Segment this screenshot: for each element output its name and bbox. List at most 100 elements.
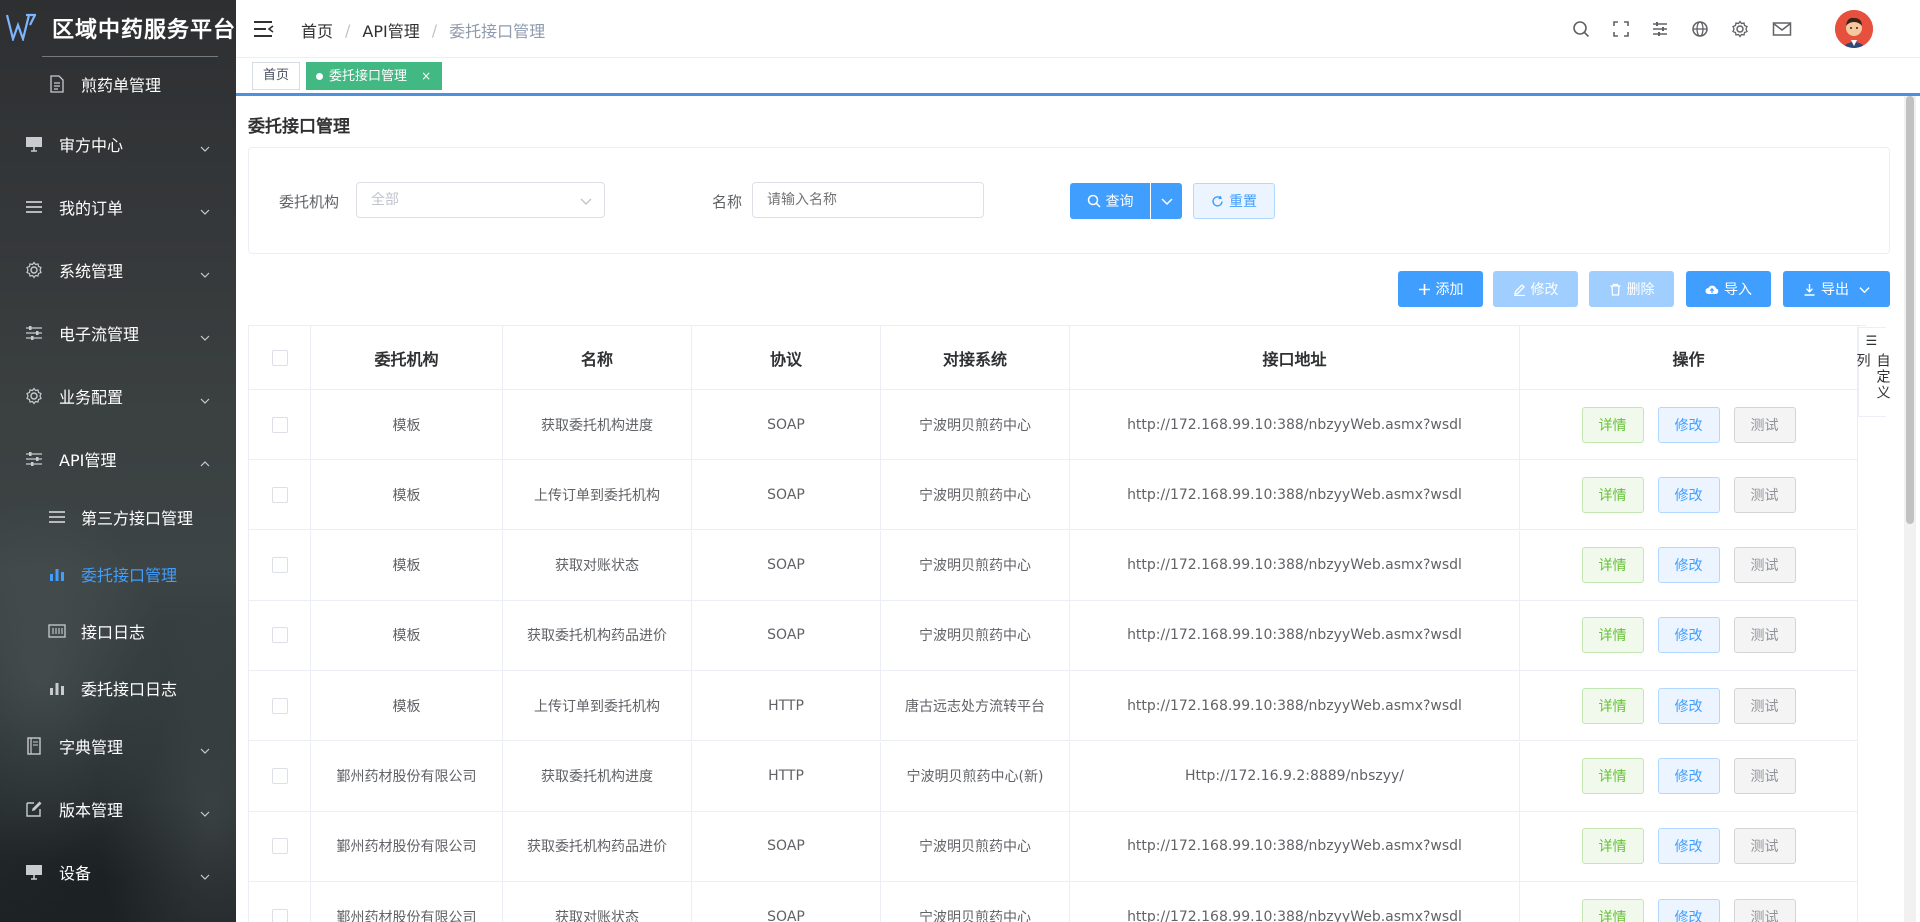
row-checkbox[interactable] xyxy=(271,697,288,714)
sidebar-item-label: 委托接口管理 xyxy=(81,566,178,585)
detail-button[interactable]: 详情 xyxy=(1581,476,1644,513)
sidebar-item[interactable]: 版本管理 xyxy=(0,787,236,831)
test-button[interactable]: 测试 xyxy=(1733,898,1796,922)
column-settings-label: 自定义列 xyxy=(1854,353,1891,401)
sidebar-item[interactable]: 我的订单 xyxy=(0,185,236,229)
filter-form: 委托机构 全部 名称 查询 重置 xyxy=(248,147,1890,254)
sidebar-item[interactable]: API管理 xyxy=(0,437,236,481)
cell-actions: 详情 修改 测试 xyxy=(1520,811,1858,882)
mail-icon[interactable] xyxy=(1772,20,1792,38)
list-icon xyxy=(48,508,66,526)
row-checkbox[interactable] xyxy=(271,486,288,503)
avatar[interactable] xyxy=(1835,10,1873,48)
sidebar-item-label: 煎药单管理 xyxy=(81,76,162,95)
row-select-cell xyxy=(249,811,311,882)
sidebar-item[interactable]: 接口日志 xyxy=(0,609,236,653)
sidebar-item[interactable]: 业务配置 xyxy=(0,374,236,418)
chevron-down-icon xyxy=(200,328,210,341)
sliders-icon[interactable] xyxy=(1651,20,1669,38)
column-header[interactable]: 对接系统 xyxy=(881,326,1070,390)
row-checkbox[interactable] xyxy=(271,557,288,574)
column-header[interactable]: 名称 xyxy=(503,326,692,390)
cell-url: http://172.168.99.10:388/nbzyyWeb.asmx?w… xyxy=(1070,600,1520,671)
cell-system: 宁波明贝煎药中心(新) xyxy=(881,741,1070,812)
export-button[interactable]: 导出 xyxy=(1783,271,1890,307)
cell-org: 鄞州药材股份有限公司 xyxy=(311,811,503,882)
sidebar-item[interactable]: 委托接口管理 xyxy=(0,552,236,596)
scrollbar-thumb[interactable] xyxy=(1906,96,1914,524)
row-edit-button[interactable]: 修改 xyxy=(1657,687,1720,724)
cell-actions: 详情 修改 测试 xyxy=(1520,530,1858,601)
row-checkbox[interactable] xyxy=(271,838,288,855)
detail-button[interactable]: 详情 xyxy=(1581,547,1644,584)
search-icon xyxy=(1087,194,1101,208)
row-select-cell xyxy=(249,460,311,531)
row-edit-button[interactable]: 修改 xyxy=(1657,617,1720,654)
detail-button[interactable]: 详情 xyxy=(1581,617,1644,654)
test-button[interactable]: 测试 xyxy=(1733,687,1796,724)
reset-button[interactable]: 重置 xyxy=(1193,183,1275,219)
sidebar-item-label: 设备 xyxy=(59,864,92,883)
test-button[interactable]: 测试 xyxy=(1733,758,1796,794)
cell-org: 鄞州药材股份有限公司 xyxy=(311,882,503,922)
detail-button[interactable]: 详情 xyxy=(1581,758,1644,794)
sidebar-item[interactable]: 第三方接口管理 xyxy=(0,495,236,539)
import-button[interactable]: 导入 xyxy=(1686,271,1771,307)
gear-icon xyxy=(25,387,43,405)
gear-icon[interactable] xyxy=(1731,20,1749,38)
query-button[interactable]: 查询 xyxy=(1070,183,1150,219)
row-edit-button[interactable]: 修改 xyxy=(1657,828,1720,865)
cell-url: http://172.168.99.10:388/nbzyyWeb.asmx?w… xyxy=(1070,390,1520,460)
row-checkbox[interactable] xyxy=(271,416,288,433)
column-settings-button[interactable]: ☰ 自定义列 xyxy=(1855,327,1891,417)
row-edit-button[interactable]: 修改 xyxy=(1657,898,1720,922)
sidebar-item[interactable]: 委托接口日志 xyxy=(0,666,236,710)
table-row: 鄞州药材股份有限公司 获取委托机构进度 HTTP 宁波明贝煎药中心(新) Http://… xyxy=(249,741,1866,812)
cell-url: http://172.168.99.10:388/nbzyyWeb.asmx?w… xyxy=(1070,460,1520,531)
detail-button[interactable]: 详情 xyxy=(1581,406,1644,443)
search-icon[interactable] xyxy=(1572,20,1590,38)
test-button[interactable]: 测试 xyxy=(1733,617,1796,654)
org-select[interactable]: 全部 xyxy=(356,182,605,218)
test-button[interactable]: 测试 xyxy=(1733,406,1796,443)
logo[interactable]: 区域中药服务平台 xyxy=(0,0,236,56)
sidebar-item[interactable]: 审方中心 xyxy=(0,122,236,166)
test-button[interactable]: 测试 xyxy=(1733,476,1796,513)
query-dropdown-button[interactable] xyxy=(1151,183,1182,219)
test-button[interactable]: 测试 xyxy=(1733,547,1796,584)
row-checkbox[interactable] xyxy=(271,908,288,922)
cell-name: 上传订单到委托机构 xyxy=(503,460,692,531)
tag-home[interactable]: 首页 xyxy=(252,62,301,90)
close-icon[interactable]: × xyxy=(421,69,431,83)
row-edit-button[interactable]: 修改 xyxy=(1657,476,1720,513)
row-checkbox[interactable] xyxy=(271,768,288,784)
column-header[interactable]: 委托机构 xyxy=(311,326,503,390)
scrollbar[interactable] xyxy=(1904,96,1916,922)
sidebar-item[interactable]: 系统管理 xyxy=(0,248,236,292)
select-all-checkbox[interactable] xyxy=(271,349,288,366)
add-button[interactable]: 添加 xyxy=(1398,271,1483,307)
tag-current[interactable]: 委托接口管理 × xyxy=(306,62,443,90)
name-input[interactable] xyxy=(752,182,984,218)
sidebar-item[interactable]: 设备 xyxy=(0,850,236,894)
column-header[interactable]: 协议 xyxy=(692,326,881,390)
fullscreen-icon[interactable] xyxy=(1612,20,1630,38)
detail-button[interactable]: 详情 xyxy=(1581,687,1644,724)
row-checkbox[interactable] xyxy=(271,627,288,644)
row-edit-button[interactable]: 修改 xyxy=(1657,758,1720,794)
sidebar-item[interactable]: 电子流管理 xyxy=(0,311,236,355)
sidebar-item[interactable]: 字典管理 xyxy=(0,724,236,768)
cell-protocol: SOAP xyxy=(692,390,881,460)
sidebar-item-label: 版本管理 xyxy=(59,801,124,820)
row-edit-button[interactable]: 修改 xyxy=(1657,406,1720,443)
chevron-down-icon xyxy=(200,804,210,817)
test-button[interactable]: 测试 xyxy=(1733,828,1796,865)
detail-button[interactable]: 详情 xyxy=(1581,898,1644,922)
row-edit-button[interactable]: 修改 xyxy=(1657,547,1720,584)
detail-button[interactable]: 详情 xyxy=(1581,828,1644,865)
column-header[interactable]: 接口地址 xyxy=(1070,326,1520,390)
sidebar-item[interactable]: 煎药单管理 xyxy=(0,62,236,106)
edit-button[interactable]: 修改 xyxy=(1493,271,1578,307)
delete-button[interactable]: 删除 xyxy=(1589,271,1674,307)
globe-icon[interactable] xyxy=(1691,20,1709,38)
